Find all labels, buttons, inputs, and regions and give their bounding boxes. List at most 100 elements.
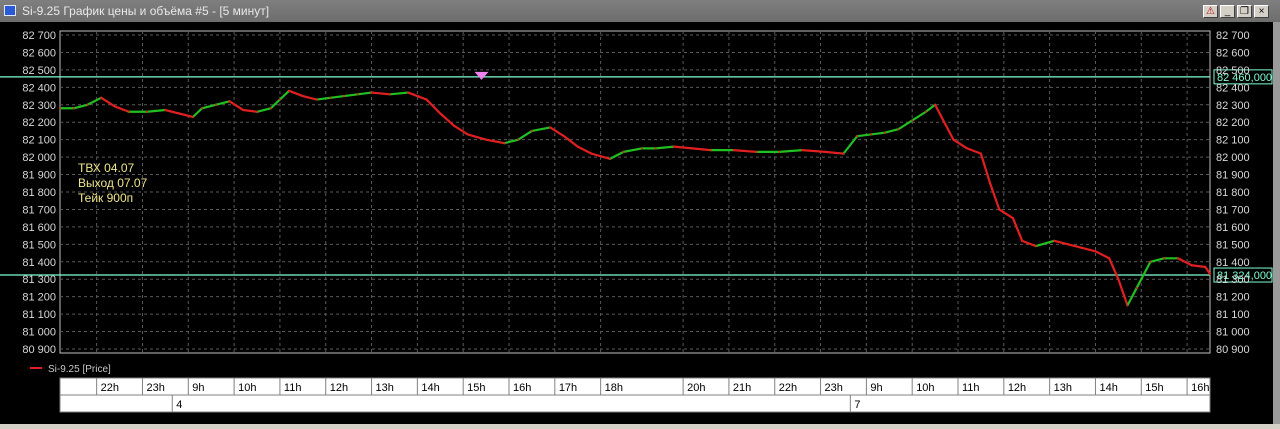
y-tick-label-right: 82 500: [1216, 65, 1250, 77]
chart-background: [0, 22, 1273, 424]
price-chart[interactable]: 82 460,00081 324,000 82 700 82 70082 600 8…: [0, 22, 1273, 424]
price-point: [576, 145, 579, 148]
price-point: [370, 91, 373, 94]
price-point: [178, 112, 181, 115]
y-tick-label-left: 82 300: [22, 100, 56, 112]
price-point: [315, 98, 318, 101]
price-point: [801, 149, 804, 152]
hour-label: 9h: [870, 382, 882, 394]
price-point: [943, 121, 946, 124]
minimize-button[interactable]: _: [1220, 5, 1235, 18]
hour-label: 20h: [687, 382, 705, 394]
price-point: [924, 110, 927, 113]
price-point: [1190, 264, 1193, 267]
y-tick-label-right: 82 600: [1216, 47, 1250, 59]
price-point: [100, 96, 103, 99]
hour-label: 11h: [962, 382, 980, 394]
y-tick-label-right: 82 700: [1216, 30, 1250, 42]
price-point: [672, 145, 675, 148]
y-tick-label-right: 81 900: [1216, 170, 1250, 182]
hour-label: 14h: [421, 382, 439, 394]
y-tick-label-right: 81 200: [1216, 292, 1250, 304]
y-tick-label-right: 82 300: [1216, 100, 1250, 112]
price-point: [979, 152, 982, 155]
hour-label: 18h: [605, 382, 623, 394]
price-point: [590, 152, 593, 155]
price-point: [608, 157, 611, 160]
y-tick-label-left: 82 600: [22, 47, 56, 59]
hour-label: 13h: [1054, 382, 1072, 394]
close-button[interactable]: ×: [1254, 5, 1269, 18]
alert-icon[interactable]: ⚠: [1203, 5, 1218, 18]
price-point: [1204, 266, 1207, 269]
price-point: [1094, 250, 1097, 253]
title-bar[interactable]: Si-9.25 График цены и объёма #5 - [5 мин…: [0, 0, 1280, 23]
price-point: [191, 115, 194, 118]
y-tick-label-left: 81 100: [22, 309, 56, 321]
price-point: [1011, 217, 1014, 220]
y-tick-label-right: 82 000: [1216, 152, 1250, 164]
price-point: [732, 149, 735, 152]
price-point: [72, 107, 75, 110]
price-point: [778, 150, 781, 153]
window-title: Si-9.25 График цены и объёма #5 - [5 мин…: [22, 4, 270, 18]
price-point: [201, 107, 204, 110]
chart-window: Si-9.25 График цены и объёма #5 - [5 мин…: [0, 0, 1280, 429]
hour-label: 22h: [779, 382, 797, 394]
price-point: [755, 150, 758, 153]
y-tick-label-left: 81 700: [22, 204, 56, 216]
price-point: [998, 208, 1001, 211]
y-tick-label-right: 81 500: [1216, 239, 1250, 251]
hour-label: 17h: [559, 382, 577, 394]
price-point: [288, 89, 291, 92]
day-label: 7: [854, 399, 860, 411]
price-point: [146, 110, 149, 113]
price-point: [530, 129, 533, 132]
price-point: [439, 112, 442, 115]
hour-label: 22h: [101, 382, 119, 394]
y-tick-label-right: 81 700: [1216, 204, 1250, 216]
hour-label: 10h: [916, 382, 934, 394]
y-tick-label-left: 81 800: [22, 187, 56, 199]
price-point: [691, 147, 694, 150]
price-point: [1034, 245, 1037, 248]
y-tick-label-right: 80 900: [1216, 344, 1250, 356]
price-point: [952, 138, 955, 141]
y-tick-label-right: 82 200: [1216, 117, 1250, 129]
right-scroll-strip[interactable]: [1273, 22, 1280, 424]
price-point: [425, 98, 428, 101]
price-point: [113, 105, 116, 108]
chart-window-icon: [4, 5, 16, 16]
y-tick-label-right: 82 400: [1216, 82, 1250, 94]
time-axis-hours-row: [60, 378, 1210, 395]
y-tick-label-left: 81 400: [22, 257, 56, 269]
price-point: [869, 133, 872, 136]
horizontal-scrollbar[interactable]: [0, 424, 1280, 429]
y-tick-label-right: 81 000: [1216, 327, 1250, 339]
y-tick-label-right: 82 100: [1216, 135, 1250, 147]
hour-label: 13h: [376, 382, 394, 394]
y-tick-label-left: 82 200: [22, 117, 56, 129]
price-point: [356, 93, 359, 96]
y-tick-label-left: 81 600: [22, 222, 56, 234]
hour-label: 10h: [238, 382, 256, 394]
price-point: [127, 110, 130, 113]
y-tick-label-left: 80 900: [22, 344, 56, 356]
trade-note-line: ТВХ 04.07: [78, 161, 135, 175]
price-point: [503, 142, 506, 145]
price-point: [966, 147, 969, 150]
price-point: [1080, 246, 1083, 249]
price-point: [453, 124, 456, 127]
price-point: [640, 147, 643, 150]
day-label: 4: [176, 399, 182, 411]
price-point: [1117, 278, 1120, 281]
price-point: [1176, 257, 1179, 260]
price-point: [897, 128, 900, 131]
price-point: [517, 138, 520, 141]
price-point: [242, 109, 245, 112]
hour-label: 11h: [284, 382, 302, 394]
y-tick-label-left: 81 300: [22, 274, 56, 286]
y-tick-label-left: 82 400: [22, 82, 56, 94]
price-point: [934, 103, 937, 106]
restore-button[interactable]: ❐: [1237, 5, 1252, 18]
